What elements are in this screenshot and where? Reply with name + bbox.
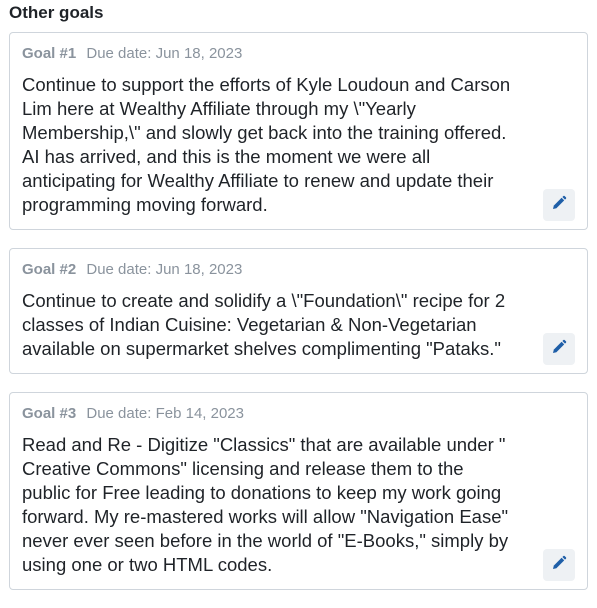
goal-text: Read and Re - Digitize "Classics" that a… (22, 434, 509, 575)
goal-text: Continue to support the efforts of Kyle … (22, 74, 511, 215)
goal-meta: Goal #1 Due date: Jun 18, 2023 (22, 45, 575, 67)
goal-due-date: Due date: Jun 18, 2023 (86, 261, 243, 278)
pencil-icon (551, 195, 567, 216)
pencil-icon (551, 339, 567, 360)
goal-number: Goal #3 (22, 405, 77, 422)
goal-card-2: Goal #2 Due date: Jun 18, 2023 Continue … (9, 248, 588, 374)
goal-text: Continue to create and solidify a \"Foun… (22, 290, 506, 359)
pencil-icon (551, 555, 567, 576)
goal-meta: Goal #2 Due date: Jun 18, 2023 (22, 261, 575, 283)
goal-card-1: Goal #1 Due date: Jun 18, 2023 Continue … (9, 32, 588, 230)
edit-goal-button[interactable] (543, 333, 575, 365)
goal-due-date: Due date: Feb 14, 2023 (86, 405, 244, 422)
other-goals-page: Other goals Goal #1 Due date: Jun 18, 20… (0, 0, 597, 608)
goal-meta: Goal #3 Due date: Feb 14, 2023 (22, 405, 575, 427)
goal-due-date: Due date: Jun 18, 2023 (86, 45, 243, 62)
goal-number: Goal #2 (22, 261, 77, 278)
section-title: Other goals (9, 3, 104, 22)
goal-number: Goal #1 (22, 45, 77, 62)
edit-goal-button[interactable] (543, 549, 575, 581)
edit-goal-button[interactable] (543, 189, 575, 221)
goal-card-3: Goal #3 Due date: Feb 14, 2023 Read and … (9, 392, 588, 590)
